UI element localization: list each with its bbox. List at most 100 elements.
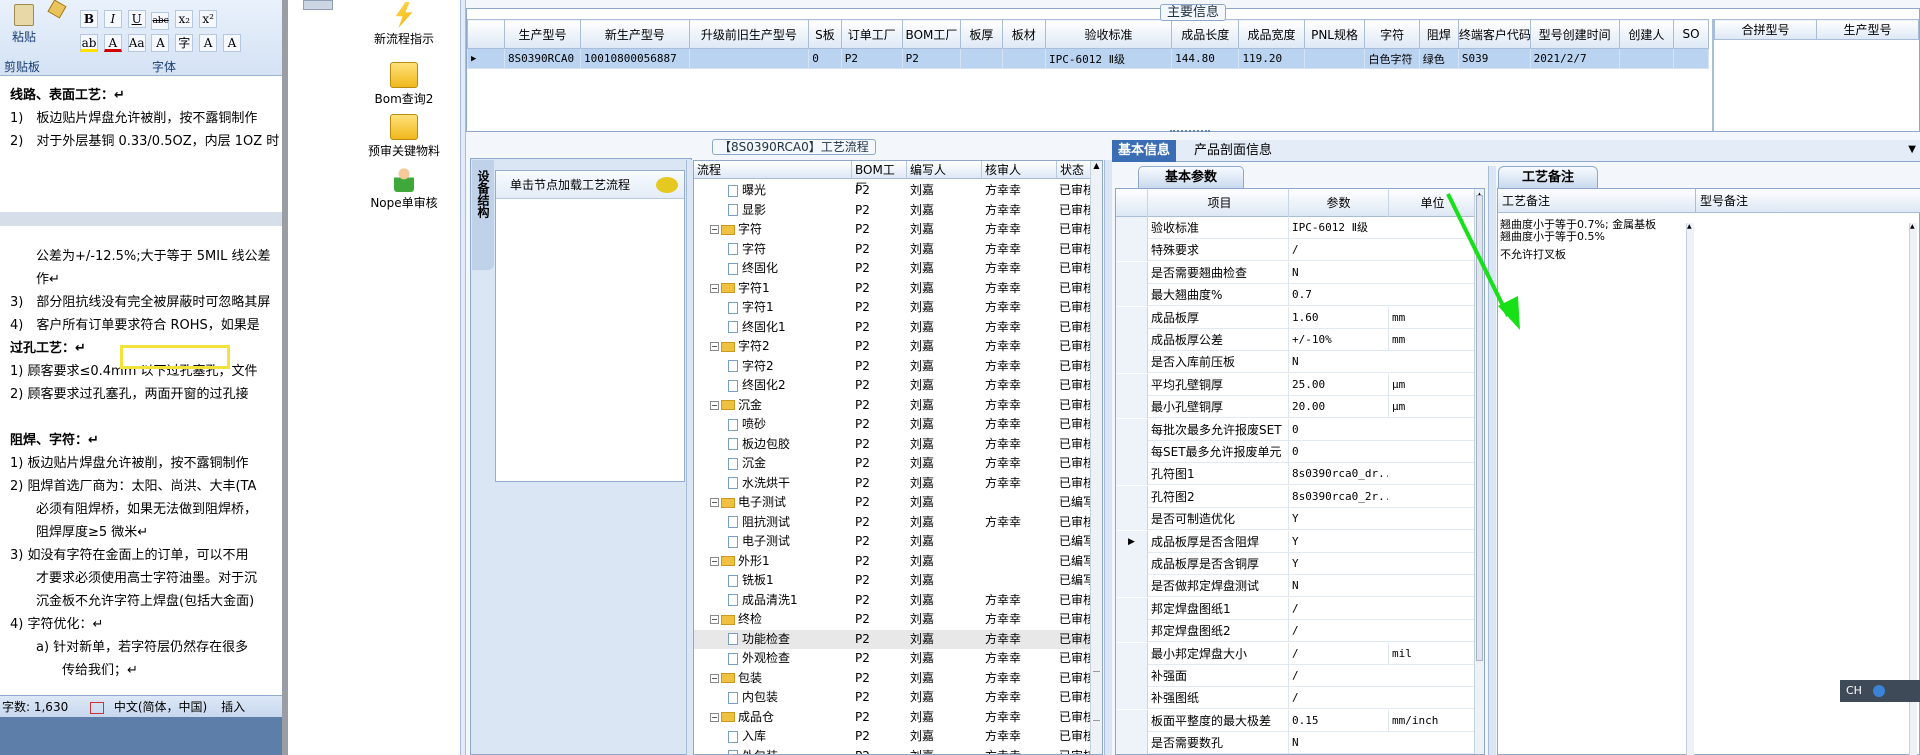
main-cell[interactable] [1303,48,1366,69]
main-cell[interactable] [1673,48,1709,69]
main-cell[interactable]: S039 [1457,48,1531,69]
param-param-cell[interactable]: N [1288,261,1388,284]
tree-scrollbar[interactable]: ▲ [1090,161,1102,754]
process-row[interactable]: 外观检查 P2 刘嘉 方幸幸 已审核 [694,649,1092,668]
process-row[interactable]: 板边包胶 P2 刘嘉 方幸幸 已审核 [694,435,1092,454]
main-col-header[interactable]: 生产型号 [503,19,582,49]
row-indicator[interactable] [1116,687,1148,710]
main-cell[interactable]: 0 [808,48,842,69]
main-cell[interactable]: P2 [840,48,903,69]
spellcheck-icon[interactable] [90,701,105,714]
main-cell[interactable] [1001,48,1047,69]
corner-cell[interactable] [1116,189,1148,217]
main-col-header[interactable]: 成品宽度 [1238,19,1305,49]
param-param-cell[interactable]: / [1288,239,1388,262]
process-row[interactable]: − 终检 P2 刘嘉 方幸幸 已审核 [694,610,1092,629]
param-row[interactable]: 最大翘曲度% 0.7 [1116,284,1476,307]
param-row[interactable]: 孔符图2 8s0390rca0_2r... [1116,485,1476,508]
col-header-bom-factory[interactable]: BOM工厂 [852,161,907,195]
process-row[interactable]: 字符2 P2 刘嘉 方幸幸 已审核 [694,357,1092,376]
main-cell[interactable]: 白色字符 [1364,48,1420,69]
row-indicator[interactable] [1116,217,1148,239]
row-indicator[interactable] [1116,485,1148,508]
row-indicator[interactable] [1116,418,1148,441]
param-param-cell[interactable]: 25.00 [1288,373,1388,396]
main-cell[interactable]: 10010800056887 [580,48,690,69]
main-col-header[interactable]: SO [1673,19,1709,49]
scroll-up-icon[interactable]: ▲ [1091,161,1102,173]
row-indicator[interactable] [1116,306,1148,329]
row-indicator[interactable]: ▶ [467,48,505,69]
param-row[interactable]: 每批次最多允许报废SET 0 [1116,418,1476,441]
param-param-cell[interactable]: Y [1288,530,1388,553]
param-row[interactable]: 是否需要翘曲检查 N [1116,261,1476,284]
enclose-char-icon[interactable]: 字 [175,34,194,52]
collapse-icon[interactable]: − [710,225,719,234]
row-indicator[interactable] [1116,284,1148,307]
collapse-icon[interactable]: − [710,556,719,566]
main-col-header[interactable]: 板厚 [960,19,1003,49]
process-row[interactable]: 沉金 P2 刘嘉 方幸幸 已审核 [694,454,1092,473]
change-case-icon[interactable]: Aa [127,34,146,52]
param-param-cell[interactable]: / [1288,597,1388,620]
ime-language[interactable]: CH [1846,684,1862,697]
main-col-header[interactable]: 验收标准 [1045,19,1173,49]
brush-icon[interactable] [47,0,67,19]
process-row[interactable]: 终固化 P2 刘嘉 方幸幸 已审核 [694,259,1092,278]
process-row[interactable]: 电子测试 P2 刘嘉 已编写 [694,532,1092,551]
row-indicator[interactable] [1116,329,1148,351]
language-status[interactable]: 中文(简体，中国) [114,700,207,714]
param-param-cell[interactable]: N [1288,351,1388,374]
col-header-item[interactable]: 项目 [1151,189,1288,217]
row-indicator[interactable] [1116,351,1148,374]
flow-splitter[interactable] [686,160,693,755]
row-indicator[interactable] [1116,575,1148,598]
process-row[interactable]: − 电子测试 P2 刘嘉 已编写 [694,493,1092,512]
row-indicator[interactable] [1116,508,1148,531]
collapse-icon[interactable]: − [710,673,719,683]
param-param-cell[interactable]: IPC-6012 Ⅱ级 [1288,217,1388,239]
param-param-cell[interactable]: +/-10% [1288,329,1388,351]
strikethrough-button[interactable]: abc [151,12,170,30]
process-row[interactable]: − 包装 P2 刘嘉 方幸幸 已审核 [694,669,1092,688]
corner-cell[interactable] [467,19,505,49]
row-indicator[interactable] [1116,239,1148,262]
row-indicator[interactable] [1116,553,1148,575]
param-row[interactable]: 补强图纸 / [1116,687,1476,710]
production-model-col-header[interactable]: 生产型号 [1816,19,1919,40]
main-col-header[interactable]: 升级前旧生产型号 [688,19,810,49]
param-param-cell[interactable]: / [1288,642,1388,665]
process-row[interactable]: 喷砂 P2 刘嘉 方幸幸 已审核 [694,415,1092,434]
tab-basic-info[interactable]: 基本信息 [1112,140,1177,162]
main-cell[interactable]: 绿色 [1418,48,1459,69]
insert-mode[interactable]: 插入 [221,700,245,714]
col-header-model-notes[interactable]: 型号备注 [1696,189,1920,213]
grow-font-icon[interactable]: A [199,34,218,52]
process-row[interactable]: − 字符2 P2 刘嘉 方幸幸 已审核 [694,337,1092,356]
param-row[interactable]: 成品板厚 1.60 mm [1116,306,1476,329]
horizontal-splitter-grip[interactable] [1170,130,1210,136]
param-row[interactable]: 是否做邦定焊盘测试 N [1116,575,1476,598]
param-row[interactable]: 特殊要求 / [1116,239,1476,262]
process-row[interactable]: 阻抗测试 P2 刘嘉 方幸幸 已审核 [694,513,1092,532]
param-param-cell[interactable]: 0.7 [1288,284,1388,307]
process-row[interactable]: 显影 P2 刘嘉 方幸幸 已审核 [694,201,1092,220]
main-col-header[interactable]: PNL规格 [1303,19,1366,49]
process-row[interactable]: 水洗烘干 P2 刘嘉 方幸幸 已审核 [694,474,1092,493]
bold-button[interactable]: B [80,10,98,28]
param-row[interactable]: 每SET最多允许报废单元 0 [1116,441,1476,463]
collapse-icon[interactable]: − [710,400,719,410]
param-row[interactable]: 孔符图1 8s0390rca0_dr... [1116,463,1476,486]
param-param-cell[interactable]: Y [1288,508,1388,531]
process-row[interactable]: 铣板1 P2 刘嘉 已编写 [694,571,1092,590]
process-row[interactable]: 字符 P2 刘嘉 方幸幸 已审核 [694,240,1092,259]
param-param-cell[interactable]: Y [1288,553,1388,575]
param-param-cell[interactable]: 0 [1288,418,1388,441]
main-col-header[interactable]: S板 [808,19,842,49]
param-row[interactable]: 邦定焊盘图纸1 / [1116,597,1476,620]
main-col-header[interactable]: 成品长度 [1171,19,1240,49]
merge-model-col-header[interactable]: 合拼型号 [1714,19,1817,40]
process-row[interactable]: 曝光 P2 刘嘉 方幸幸 已审核 [694,181,1092,200]
param-row[interactable]: 最小邦定焊盘大小 / mil [1116,642,1476,665]
main-col-header[interactable]: 型号创建时间 [1529,19,1620,49]
